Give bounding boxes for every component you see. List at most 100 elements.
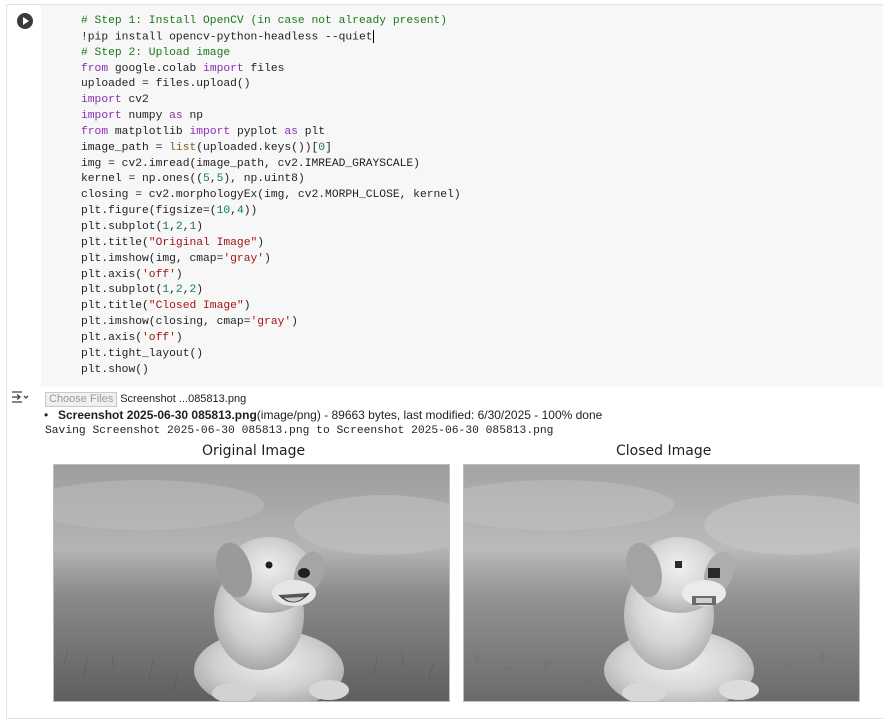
code-line[interactable]: closing = cv2.morphologyEx(img, cv2.MORP… — [81, 188, 461, 204]
code-token: plt.subplot( — [81, 284, 163, 297]
saving-message: Saving Screenshot 2025-06-30 085813.png … — [45, 425, 554, 437]
code-token: # Step 2: Upload image — [81, 46, 231, 59]
code-line[interactable]: plt.title("Original Image") — [81, 236, 461, 252]
closed-image-plot — [463, 464, 860, 702]
code-token: google.colab — [108, 62, 204, 75]
uploaded-file-details: (image/png) - 89663 bytes, last modified… — [256, 408, 603, 422]
code-token: 'off' — [142, 331, 176, 344]
uploaded-file-name: Screenshot 2025-06-30 085813.png — [58, 408, 257, 422]
code-line[interactable]: plt.figure(figsize=(10,4)) — [81, 204, 461, 220]
code-token: plt.title( — [81, 236, 149, 249]
output-toggle-icon[interactable] — [11, 390, 29, 404]
code-token: 10 — [216, 205, 231, 218]
code-token: # Step 1: Install OpenCV (in case not al… — [81, 15, 448, 27]
code-token: ) — [257, 236, 265, 249]
code-token: 'off' — [142, 268, 176, 281]
code-line[interactable]: !pip install opencv-python-headless --qu… — [81, 29, 461, 46]
code-token: "Closed Image" — [148, 300, 244, 313]
code-token: plt.subplot( — [81, 220, 163, 233]
code-line[interactable]: from google.colab import files — [81, 62, 461, 78]
code-token: from — [81, 125, 109, 138]
code-line[interactable]: plt.subplot(1,2,1) — [81, 220, 461, 236]
code-token: ) — [175, 331, 183, 344]
code-line[interactable]: image_path = list(uploaded.keys())[0] — [81, 141, 461, 157]
code-token: plt.imshow(closing, cmap= — [81, 316, 251, 329]
code-line[interactable]: plt.axis('off') — [81, 268, 461, 284]
code-line[interactable]: plt.subplot(1,2,2) — [81, 283, 461, 299]
code-token: import — [81, 110, 122, 123]
code-line[interactable]: plt.imshow(img, cmap='gray') — [81, 252, 461, 268]
code-token: (uploaded.keys())[ — [196, 141, 319, 154]
code-token: ) — [243, 300, 251, 313]
code-token: ) — [291, 316, 298, 329]
code-token: numpy — [121, 110, 170, 123]
text-cursor — [372, 29, 374, 43]
code-line[interactable]: plt.axis('off') — [81, 331, 461, 347]
run-cell-button[interactable] — [17, 13, 33, 29]
code-line[interactable]: plt.show() — [81, 363, 461, 379]
code-token: list — [169, 141, 197, 154]
code-token: cv2 — [121, 94, 149, 107]
code-token: plt.title( — [81, 300, 149, 313]
code-token: from — [81, 62, 109, 75]
code-line[interactable]: from matplotlib import pyplot as plt — [81, 125, 461, 141]
original-image-title: Original Image — [202, 443, 306, 459]
code-line[interactable]: # Step 1: Install OpenCV (in case not al… — [81, 14, 461, 30]
code-token: 2 — [175, 220, 183, 233]
original-image-plot — [53, 464, 450, 702]
code-editor[interactable]: # Step 1: Install OpenCV (in case not al… — [41, 5, 883, 387]
original-puppy-image — [54, 465, 449, 701]
code-token: as — [169, 110, 183, 123]
code-token: files — [243, 62, 285, 75]
code-token: 4 — [236, 205, 244, 218]
code-token: 5 — [203, 173, 210, 186]
code-text[interactable]: # Step 1: Install OpenCV (in case not al… — [81, 14, 461, 378]
code-token: plt.figure(figsize=( — [81, 205, 217, 218]
code-token: import — [203, 62, 244, 75]
closed-puppy-image — [464, 465, 859, 701]
code-token: , — [169, 220, 176, 233]
code-token: plt.show() — [81, 363, 149, 376]
code-line[interactable]: img = cv2.imread(image_path, cv2.IMREAD_… — [81, 157, 461, 173]
code-token: as — [284, 125, 298, 138]
code-token: plt.axis( — [81, 331, 143, 344]
code-token: ), np.uint8) — [223, 173, 305, 186]
code-line[interactable]: plt.title("Closed Image") — [81, 299, 461, 315]
cell-output: Choose Files Screenshot ...085813.png • Sc… — [40, 390, 870, 439]
code-token: import — [189, 125, 231, 138]
code-token: , — [169, 284, 176, 297]
uploaded-file-item: • Screenshot 2025-06-30 085813.png(image/… — [44, 408, 870, 423]
code-token: kernel = np.ones(( — [81, 173, 204, 186]
code-token: pyplot — [230, 125, 285, 138]
code-token: )) — [243, 205, 258, 218]
choose-files-button[interactable]: Choose Files — [45, 392, 118, 407]
code-token: closing = cv2.morphologyEx(img, cv2.MORP… — [81, 189, 461, 202]
bullet-icon: • — [44, 408, 49, 422]
code-line[interactable]: kernel = np.ones((5,5), np.uint8) — [81, 172, 461, 188]
code-line[interactable]: # Step 2: Upload image — [81, 46, 461, 62]
file-upload-row: Choose Files Screenshot ...085813.png — [40, 392, 870, 407]
code-token: uploaded = files.upload() — [81, 78, 251, 91]
code-line[interactable]: plt.tight_layout() — [81, 347, 461, 363]
code-token: "Original Image" — [148, 236, 258, 249]
code-line[interactable]: import numpy as np — [81, 109, 461, 125]
code-token: matplotlib — [108, 125, 190, 138]
code-token: image_path = — [81, 141, 170, 154]
code-line[interactable]: uploaded = files.upload() — [81, 77, 461, 93]
closed-image-title: Closed Image — [616, 443, 712, 459]
code-line[interactable]: plt.imshow(closing, cmap='gray') — [81, 315, 461, 331]
code-token: plt.axis( — [81, 268, 143, 281]
code-token: ) — [196, 284, 204, 297]
code-token: plt.tight_layout() — [81, 347, 204, 360]
code-token: plt.imshow(img, cmap= — [81, 252, 224, 265]
code-token: ] — [325, 141, 332, 154]
code-token: ) — [175, 268, 183, 281]
chosen-file-label: Screenshot ...085813.png — [120, 393, 247, 405]
code-token: , — [209, 173, 217, 186]
code-line[interactable]: import cv2 — [81, 93, 461, 109]
code-token: ) — [264, 252, 271, 265]
code-token: ) — [196, 220, 204, 233]
code-token: img = cv2.imread(image_path, cv2.IMREAD_… — [81, 157, 420, 170]
code-token: !pip install opencv-python-headless --qu… — [81, 31, 373, 44]
code-token: 'gray' — [250, 316, 292, 329]
